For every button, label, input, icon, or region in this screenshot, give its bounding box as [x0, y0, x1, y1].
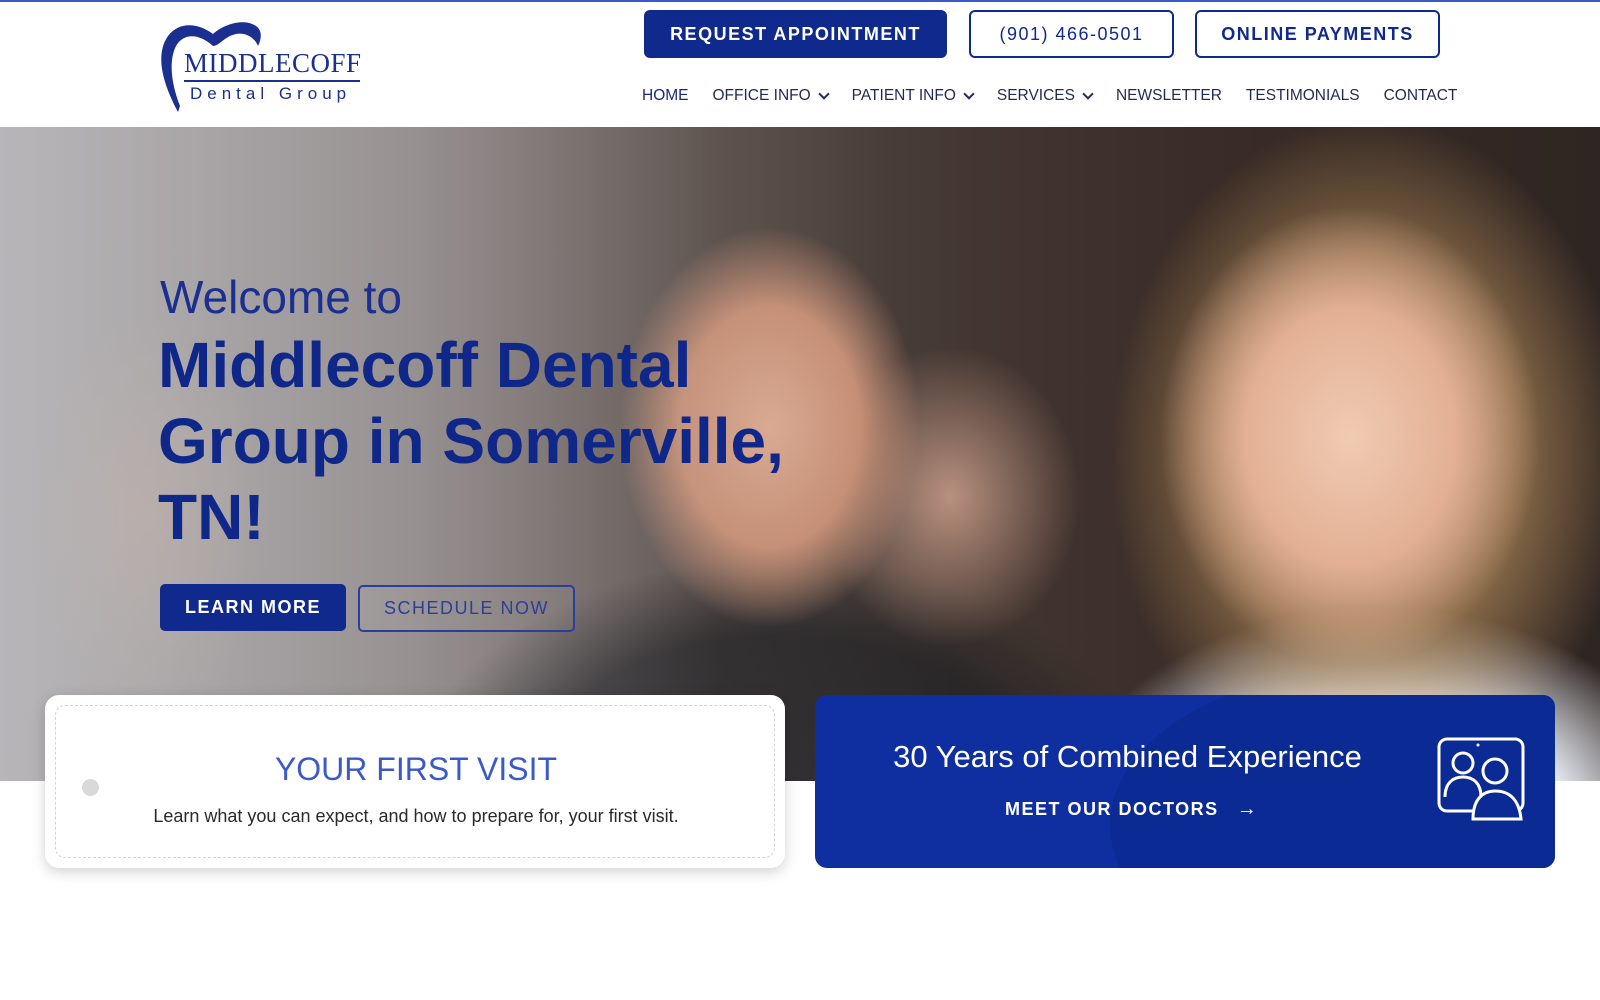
first-visit-card-border: YOUR FIRST VISIT Learn what you can expe…: [55, 705, 775, 858]
logo-subtitle: Dental Group: [190, 84, 352, 103]
nav-label: CONTACT: [1383, 87, 1458, 104]
logo-name: MIDDLECOFF: [184, 48, 362, 78]
nav-item-home[interactable]: HOME: [630, 84, 701, 108]
meet-our-doctors-link[interactable]: MEET OUR DOCTORS →: [1005, 798, 1258, 821]
chevron-down-icon: [818, 87, 830, 100]
nav-item-contact[interactable]: CONTACT: [1372, 84, 1470, 108]
nav-item-testimonials[interactable]: TESTIMONIALS: [1234, 84, 1372, 108]
nav-item-office-info[interactable]: OFFICE INFO: [701, 84, 840, 108]
main-nav: HOME OFFICE INFO PATIENT INFO SERVICES N…: [630, 84, 1469, 108]
site-header: MIDDLECOFF Dental Group REQUEST APPOINTM…: [0, 2, 1600, 127]
chevron-down-icon: [963, 87, 975, 100]
nav-item-patient-info[interactable]: PATIENT INFO: [840, 84, 985, 108]
schedule-now-button[interactable]: SCHEDULE NOW: [358, 585, 575, 632]
logo-divider: [184, 80, 360, 82]
nav-label: OFFICE INFO: [712, 87, 811, 104]
learn-more-button[interactable]: LEARN MORE: [160, 584, 346, 631]
nav-item-newsletter[interactable]: NEWSLETTER: [1104, 84, 1234, 108]
chevron-down-icon: [1082, 87, 1094, 100]
nav-label: HOME: [642, 87, 689, 104]
nav-item-services[interactable]: SERVICES: [985, 84, 1104, 108]
hero-welcome: Welcome to: [160, 271, 403, 323]
hero-banner: Welcome to Middlecoff Dental Group in So…: [0, 127, 1600, 781]
phone-button[interactable]: (901) 466-0501: [969, 10, 1174, 58]
first-visit-text: Learn what you can expect, and how to pr…: [153, 806, 679, 826]
nav-label: PATIENT INFO: [851, 87, 956, 104]
doctors-icon: [1437, 737, 1525, 821]
arrow-right-icon: →: [1236, 798, 1259, 820]
request-appointment-button[interactable]: REQUEST APPOINTMENT: [644, 10, 947, 58]
meet-our-doctors-label: MEET OUR DOCTORS: [1005, 799, 1219, 819]
experience-title: 30 Years of Combined Experience: [893, 739, 1362, 774]
first-visit-title: YOUR FIRST VISIT: [274, 751, 558, 787]
online-payments-button[interactable]: ONLINE PAYMENTS: [1195, 10, 1440, 58]
nav-label: TESTIMONIALS: [1245, 87, 1360, 104]
experience-card: 30 Years of Combined Experience MEET OUR…: [815, 695, 1555, 868]
nav-label: NEWSLETTER: [1115, 87, 1222, 104]
hero-title: Middlecoff Dental Group in Somerville, T…: [158, 329, 784, 553]
first-visit-card[interactable]: YOUR FIRST VISIT Learn what you can expe…: [45, 695, 785, 868]
nav-label: SERVICES: [996, 87, 1075, 104]
site-logo[interactable]: MIDDLECOFF Dental Group: [158, 16, 368, 112]
